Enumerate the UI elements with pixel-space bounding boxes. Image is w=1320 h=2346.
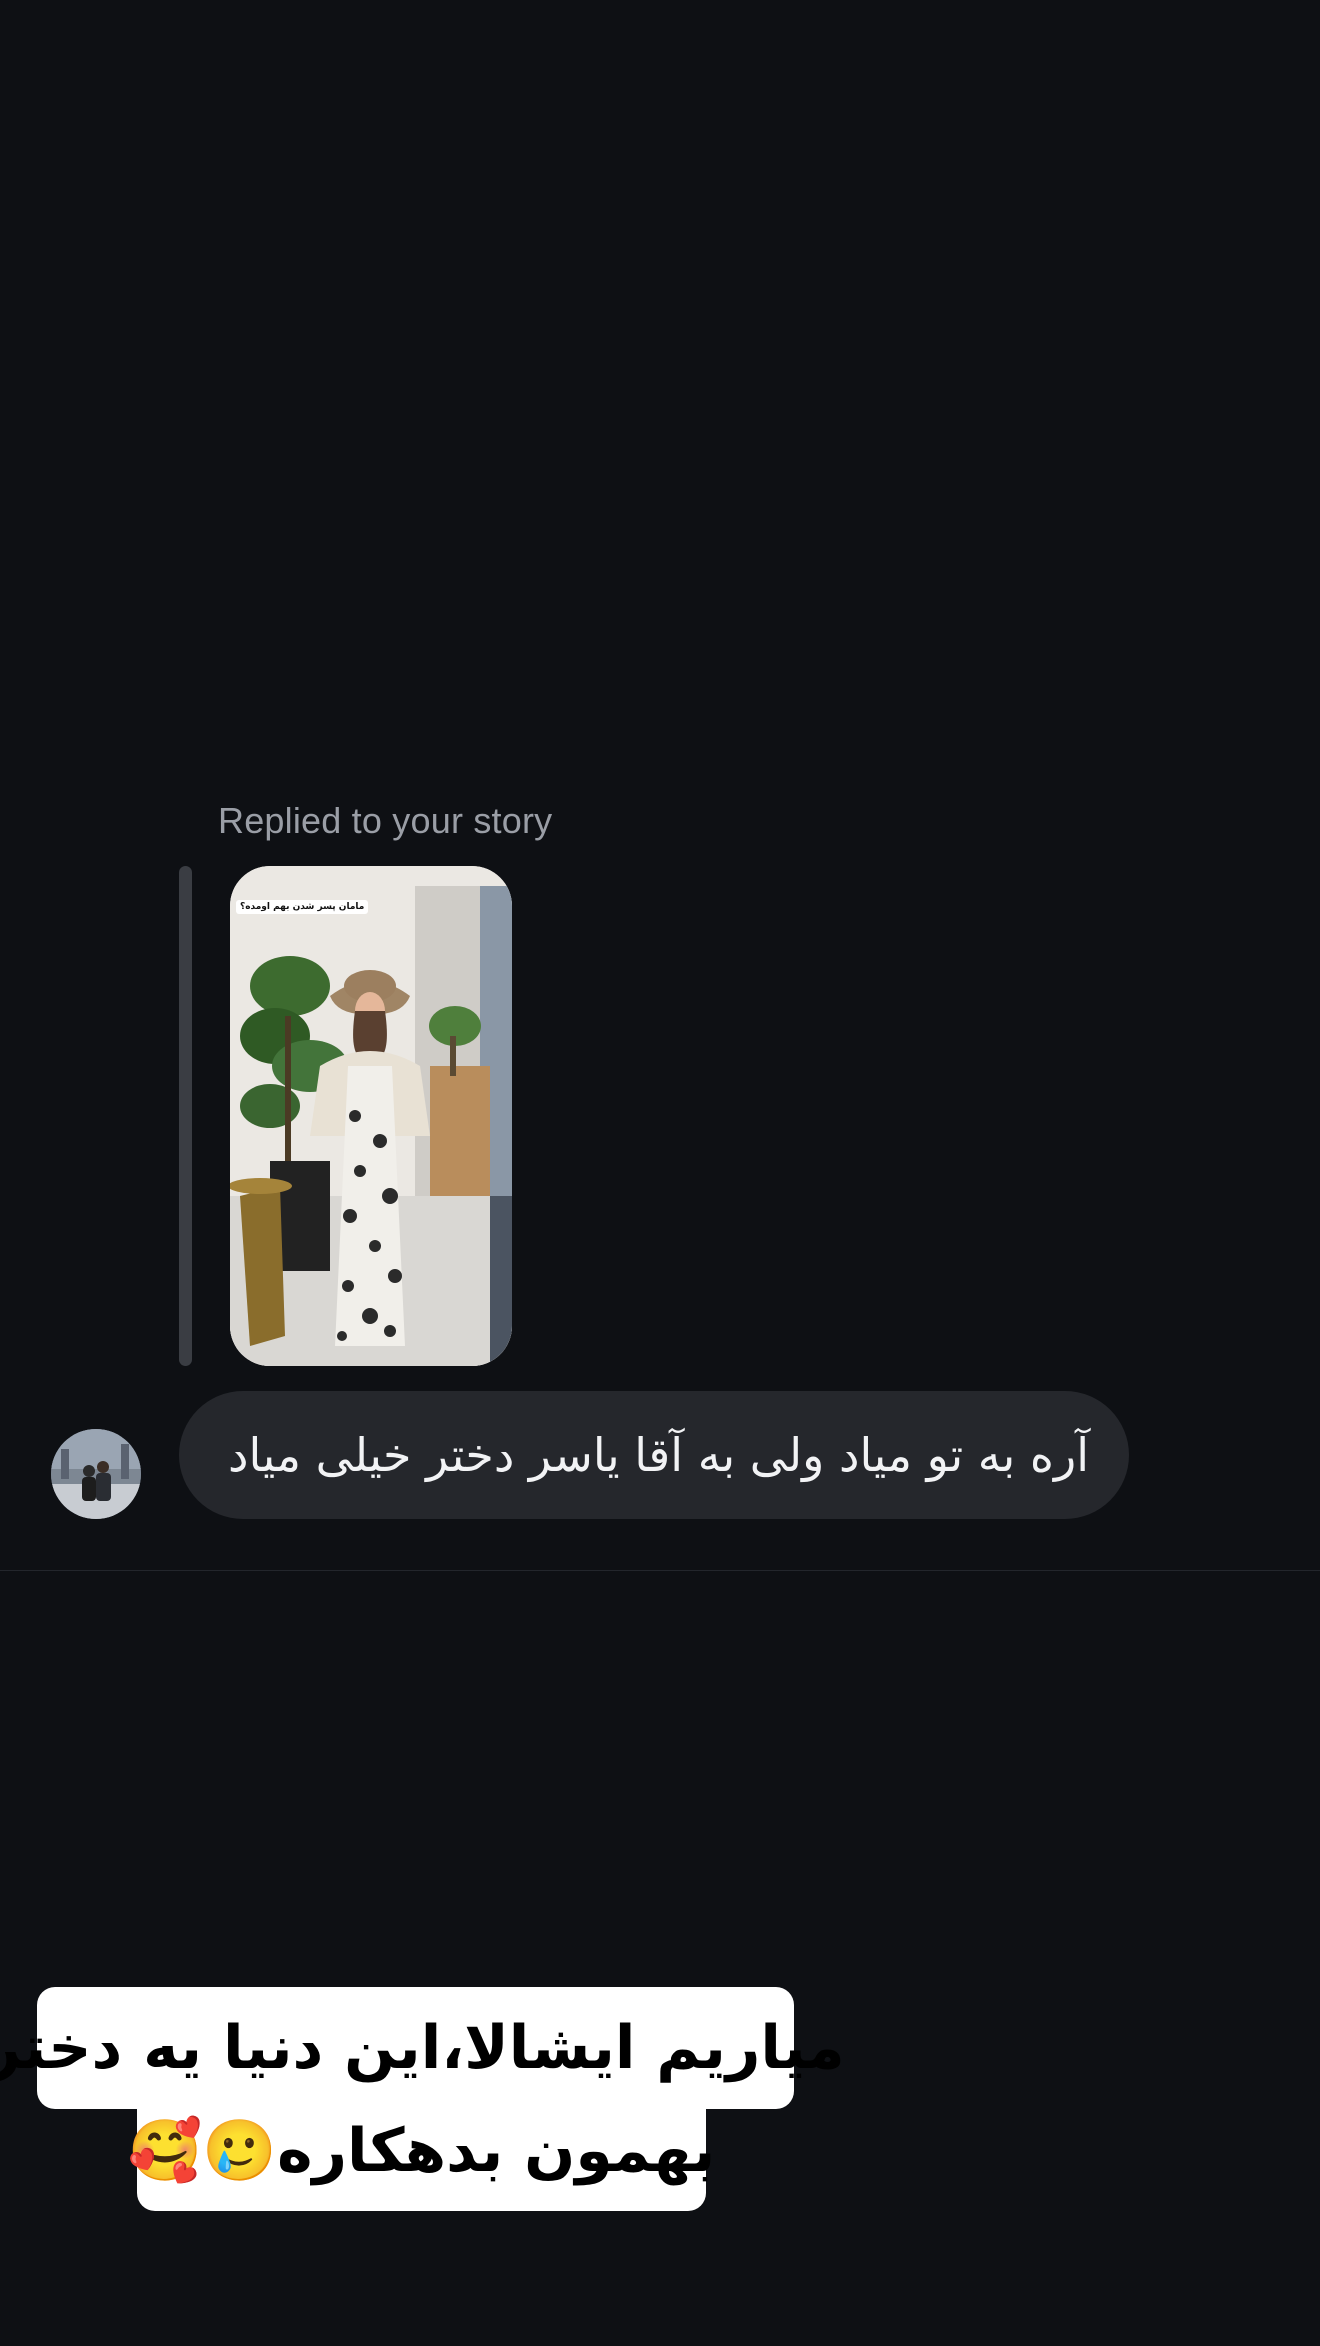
overlay-caption-text-1: میاریم ایشالا،این دنیا یه دختر (0, 2013, 845, 2083)
message-bubble[interactable]: آره به تو میاد ولی به آقا یاسر دختر خیلی… (179, 1391, 1129, 1519)
story-photo (230, 866, 512, 1366)
story-thumbnail[interactable]: مامان پسر شدن بهم اومده؟ (230, 866, 512, 1366)
overlay-caption-line-2: بهمون بدهکاره🥲🥰 (128, 2090, 715, 2211)
sender-avatar[interactable] (51, 1429, 141, 1519)
divider (0, 1570, 1320, 1571)
story-thumbnail-caption: مامان پسر شدن بهم اومده؟ (236, 900, 369, 914)
reply-quote-bar (179, 866, 192, 1366)
avatar-photo (51, 1429, 141, 1519)
overlay-caption-text-2: بهمون بدهکاره🥲🥰 (127, 2116, 716, 2186)
story-reply-header: Replied to your story (218, 800, 553, 841)
message-text: آره به تو میاد ولی به آقا یاسر دختر خیلی… (227, 1428, 1089, 1482)
